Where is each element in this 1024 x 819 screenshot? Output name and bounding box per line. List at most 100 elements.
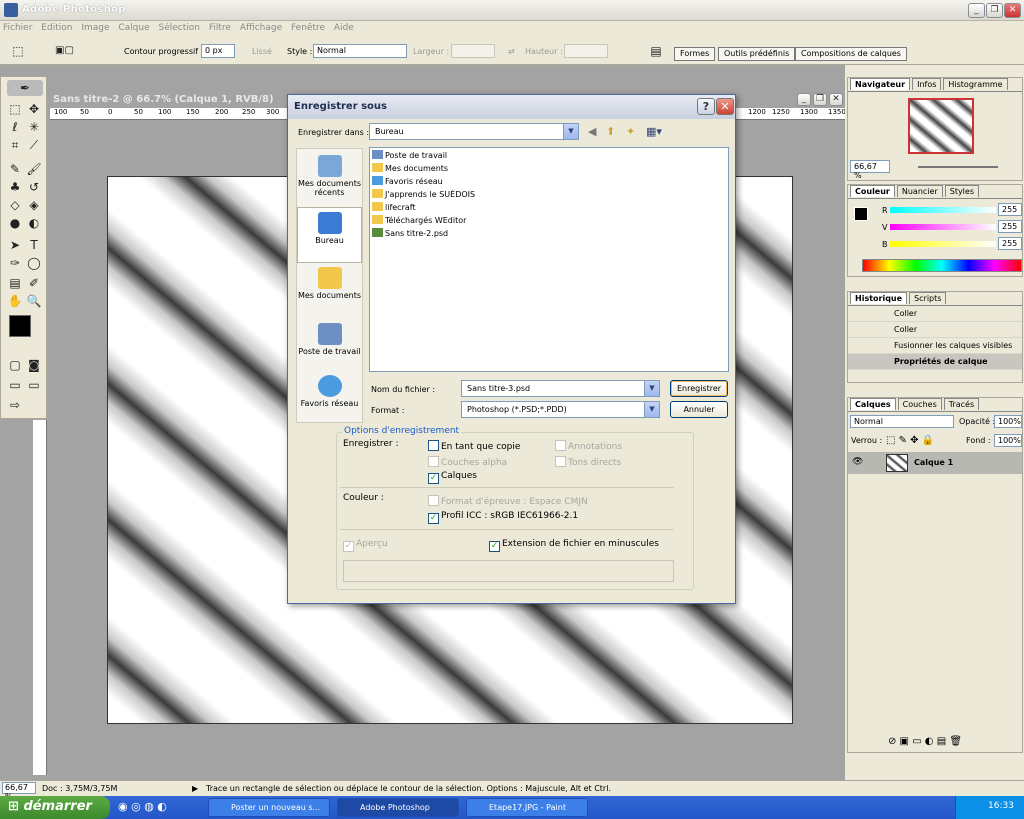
- menu-filtre[interactable]: Filtre: [206, 21, 234, 35]
- menu-fichier[interactable]: Fichier: [0, 21, 35, 35]
- height-input[interactable]: [564, 44, 608, 58]
- layer-action-icons[interactable]: ⊘ ▣ ▭ ◐ ▤ 🗑: [888, 736, 962, 747]
- tab-traces[interactable]: Tracés: [943, 398, 980, 410]
- slice-tool-icon[interactable]: ⟋: [26, 137, 42, 153]
- maximize-button[interactable]: ❐: [986, 3, 1003, 18]
- place-my-computer[interactable]: Poste de travail: [297, 319, 362, 375]
- quicklaunch-icons[interactable]: ◉ ◎ ◍ ◐: [118, 800, 167, 813]
- b-slider[interactable]: [890, 241, 996, 247]
- place-recent[interactable]: Mes documents récents: [297, 151, 362, 207]
- layers-checkbox[interactable]: ✓ Calques: [428, 471, 477, 484]
- place-desktop[interactable]: Bureau: [297, 207, 362, 263]
- standard-mode-icon[interactable]: ◙: [26, 357, 42, 373]
- history-brush-icon[interactable]: ↺: [26, 179, 42, 195]
- save-in-select[interactable]: Bureau ▼: [369, 123, 579, 140]
- color-ramp[interactable]: [862, 259, 1022, 272]
- lasso-tool-icon[interactable]: ℓ: [7, 119, 23, 135]
- history-item[interactable]: Coller: [848, 322, 1022, 338]
- tab-infos[interactable]: Infos: [912, 78, 942, 90]
- lowercase-extension-checkbox[interactable]: ✓ Extension de fichier en minuscules: [489, 539, 659, 552]
- menu-edition[interactable]: Edition: [38, 21, 75, 35]
- feather-logo-icon[interactable]: ✒: [7, 80, 43, 96]
- history-item-selected[interactable]: Propriétés de calque: [848, 354, 1022, 370]
- width-input[interactable]: [451, 44, 495, 58]
- history-item[interactable]: Coller: [848, 306, 1022, 322]
- zoom-tool-icon[interactable]: 🔍: [26, 293, 42, 309]
- feather-input[interactable]: 0 px: [201, 44, 235, 58]
- back-icon[interactable]: ◀: [588, 125, 596, 138]
- tab-historique[interactable]: Historique: [850, 292, 908, 304]
- new-folder-icon[interactable]: ✦: [626, 125, 635, 138]
- style-select[interactable]: Normal: [313, 44, 407, 58]
- opacity-input[interactable]: 100%: [994, 415, 1022, 428]
- icc-profile-checkbox[interactable]: ✓ Profil ICC : sRGB IEC61966-2.1: [428, 511, 578, 524]
- tab-nuancier[interactable]: Nuancier: [896, 185, 943, 197]
- list-item[interactable]: J'apprends le SUÉDOIS: [372, 189, 475, 202]
- copy-checkbox[interactable]: En tant que copie: [428, 440, 520, 452]
- crop-tool-icon[interactable]: ⌗: [7, 137, 23, 153]
- eyedropper-icon[interactable]: ✐: [26, 275, 42, 291]
- pen-tool-icon[interactable]: ✑: [7, 255, 23, 271]
- preview-checkbox[interactable]: ✓ Aperçu: [343, 539, 388, 552]
- minimize-button[interactable]: _: [968, 3, 985, 18]
- blend-mode-select[interactable]: Normal: [850, 415, 954, 428]
- magic-wand-icon[interactable]: ✳: [26, 119, 42, 135]
- doc-close-button[interactable]: ✕: [829, 93, 843, 106]
- cancel-button[interactable]: Annuler: [670, 401, 728, 418]
- tab-compositions[interactable]: Compositions de calques: [795, 47, 907, 61]
- history-item[interactable]: Fusionner les calques visibles: [848, 338, 1022, 354]
- close-button[interactable]: ✕: [1004, 3, 1021, 18]
- task-firefox[interactable]: Poster un nouveau s...: [208, 798, 330, 817]
- save-button[interactable]: Enregistrer: [670, 380, 728, 397]
- blur-tool-icon[interactable]: ●: [7, 215, 23, 231]
- notes-tool-icon[interactable]: ▤: [7, 275, 23, 291]
- tab-couches[interactable]: Couches: [897, 398, 942, 410]
- tab-formes[interactable]: Formes: [674, 47, 716, 61]
- swap-icon[interactable]: ⇄: [508, 47, 515, 56]
- dialog-close-button[interactable]: ✕: [716, 98, 734, 115]
- paint-bucket-icon[interactable]: ◈: [26, 197, 42, 213]
- alpha-channels-checkbox[interactable]: Couches alpha: [428, 456, 507, 468]
- healing-brush-icon[interactable]: ✎: [7, 161, 23, 177]
- tab-calques[interactable]: Calques: [850, 398, 896, 410]
- tab-histogramme[interactable]: Histogramme: [943, 78, 1008, 90]
- tab-couleur[interactable]: Couleur: [850, 185, 895, 197]
- color-fg-swatch[interactable]: [854, 207, 868, 221]
- spot-colors-checkbox[interactable]: Tons directs: [555, 456, 621, 468]
- path-selection-icon[interactable]: ➤: [7, 237, 23, 253]
- visibility-eye-icon[interactable]: 👁: [852, 457, 863, 467]
- marquee-tool-icon[interactable]: ⬚: [7, 101, 23, 117]
- hand-tool-icon[interactable]: ✋: [7, 293, 23, 309]
- navigator-zoom-input[interactable]: 66,67 %: [850, 160, 890, 180]
- quick-mask-icon[interactable]: ▢: [7, 357, 23, 373]
- filename-input[interactable]: Sans titre-3.psd ▼: [461, 380, 660, 397]
- palette-well-icon[interactable]: ▤: [648, 43, 664, 59]
- navigator-zoom-slider[interactable]: [918, 166, 998, 168]
- list-item[interactable]: lifecraft: [372, 202, 416, 215]
- v-slider[interactable]: [890, 224, 996, 230]
- task-paint[interactable]: Etape17.JPG - Paint: [466, 798, 588, 817]
- dodge-tool-icon[interactable]: ◐: [26, 215, 42, 231]
- menu-selection[interactable]: Sélection: [156, 21, 203, 35]
- move-tool-icon[interactable]: ✥: [26, 101, 42, 117]
- list-item[interactable]: Mes documents: [372, 163, 448, 176]
- antialias-checkbox-label[interactable]: Lissé: [252, 47, 272, 56]
- place-my-documents[interactable]: Mes documents: [297, 263, 362, 319]
- lock-icons[interactable]: ⬚ ✎ ✥ 🔒: [886, 435, 934, 446]
- annotations-checkbox[interactable]: Annotations: [555, 440, 622, 452]
- screen-mode-full-icon[interactable]: ▭: [26, 377, 42, 393]
- v-input[interactable]: 255: [998, 220, 1022, 233]
- eraser-tool-icon[interactable]: ◇: [7, 197, 23, 213]
- tab-outils-predefinis[interactable]: Outils prédéfinis: [718, 47, 796, 61]
- task-photoshop[interactable]: Adobe Photoshop: [337, 798, 459, 817]
- help-button[interactable]: ?: [697, 98, 715, 115]
- selection-mode-icons[interactable]: ▣▢: [55, 43, 74, 59]
- layer-name[interactable]: Calque 1: [914, 458, 953, 467]
- r-input[interactable]: 255: [998, 203, 1022, 216]
- up-folder-icon[interactable]: ⬆: [606, 125, 615, 138]
- marquee-tool-preset-icon[interactable]: ⬚: [10, 43, 26, 59]
- list-item[interactable]: Poste de travail: [372, 150, 447, 163]
- menu-affichage[interactable]: Affichage: [237, 21, 285, 35]
- foreground-color-swatch[interactable]: [9, 315, 31, 337]
- clone-stamp-icon[interactable]: ♣: [7, 179, 23, 195]
